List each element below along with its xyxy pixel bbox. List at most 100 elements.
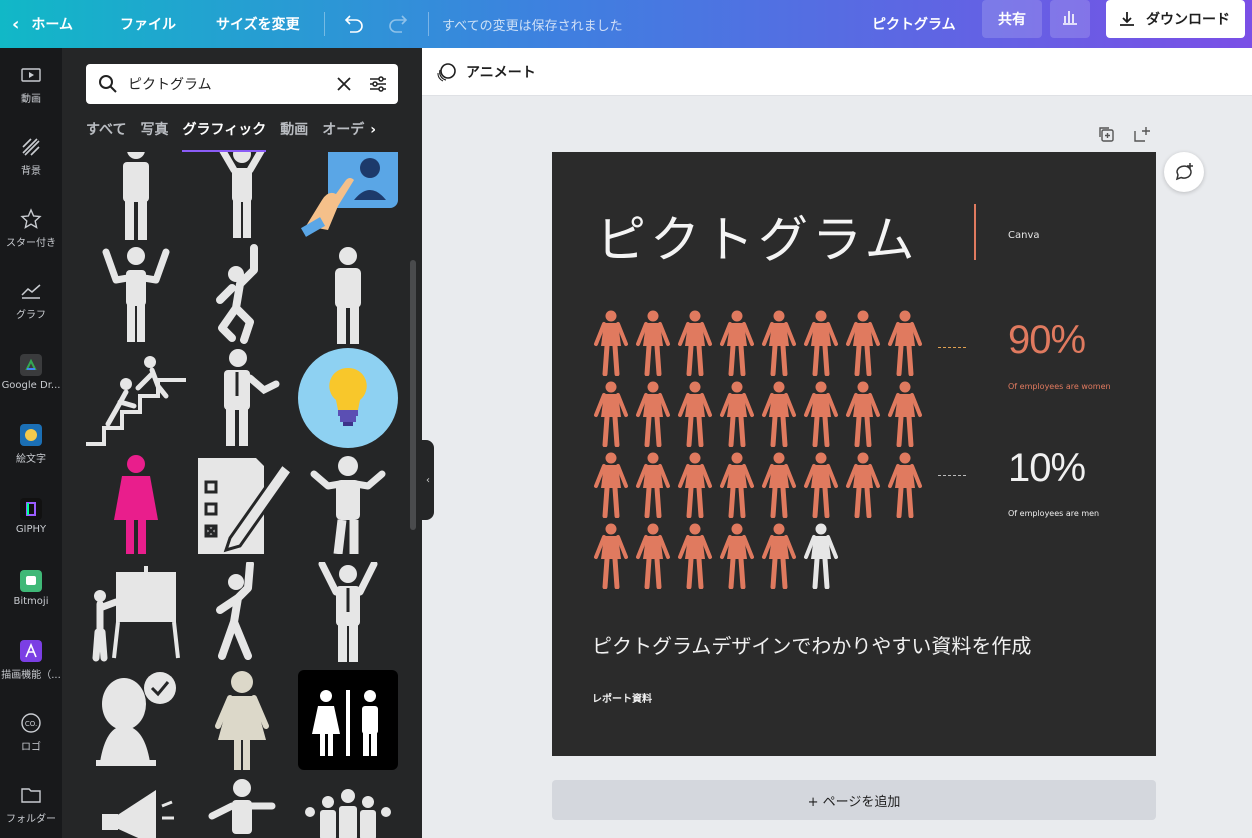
comment-icon xyxy=(1173,161,1195,183)
rail-item-folder[interactable]: フォルダー xyxy=(0,768,62,838)
search-icon xyxy=(98,74,118,98)
woman-pictogram-icon xyxy=(678,381,712,447)
woman-pictogram-icon xyxy=(636,381,670,447)
tab-all[interactable]: すべて xyxy=(86,120,126,152)
graphic-businessman-arms-up-icon[interactable] xyxy=(298,560,398,662)
stat-women-label[interactable]: Of employees are women xyxy=(1008,382,1111,391)
woman-pictogram-icon xyxy=(678,452,712,518)
graphic-walking-person-icon[interactable] xyxy=(192,776,292,838)
animate-button[interactable]: アニメート xyxy=(436,60,536,84)
add-page-button[interactable]: + ページを追加 xyxy=(552,780,1156,820)
graphic-megaphone-icon[interactable] xyxy=(86,776,186,838)
logo-icon: CO. xyxy=(20,712,42,734)
stat-men-value[interactable]: 10% xyxy=(1008,446,1086,491)
rail-item-starred[interactable]: スター付き xyxy=(0,192,62,264)
graphic-woman-dress-icon[interactable] xyxy=(192,670,292,770)
graphic-waving-person-icon[interactable] xyxy=(298,454,398,555)
duplicate-page-icon[interactable] xyxy=(1096,124,1116,144)
background-icon xyxy=(20,136,42,158)
graphic-dancing-woman-icon[interactable] xyxy=(192,560,292,662)
google-drive-icon xyxy=(20,353,42,376)
folder-icon xyxy=(20,784,42,806)
graphic-group-icon[interactable] xyxy=(298,776,398,838)
rail-item-giphy[interactable]: GIPHY xyxy=(0,480,62,552)
rail-item-charts[interactable]: グラフ xyxy=(0,264,62,336)
brand-text[interactable]: Canva xyxy=(1008,230,1040,241)
woman-pictogram-icon xyxy=(678,523,712,589)
graphic-businessman-icon[interactable] xyxy=(192,348,292,448)
woman-pictogram-icon xyxy=(594,452,628,518)
rail-item-bitmoji[interactable]: Bitmoji xyxy=(0,552,62,624)
undo-icon[interactable] xyxy=(342,0,364,48)
woman-pictogram-icon xyxy=(720,452,754,518)
woman-pictogram-icon xyxy=(762,381,796,447)
redo-icon[interactable] xyxy=(388,0,410,48)
add-comment-button[interactable] xyxy=(1164,152,1204,192)
rail-label: ロゴ xyxy=(21,741,41,753)
rail-item-emoji[interactable]: 絵文字 xyxy=(0,408,62,480)
woman-pictogram-icon xyxy=(594,310,628,376)
chevron-left-icon: ‹ xyxy=(12,13,20,35)
design-page[interactable]: ピクトグラム Canva 90% Of employees are women … xyxy=(552,152,1156,756)
file-menu[interactable]: ファイル xyxy=(120,0,176,48)
graphic-pointing-hand-icon[interactable] xyxy=(298,152,398,240)
graphic-approved-person-icon[interactable] xyxy=(86,670,186,770)
search-box[interactable] xyxy=(86,64,398,104)
graphic-whiteboard-presenter-icon[interactable] xyxy=(86,562,186,662)
graphic-cheering-person-icon[interactable] xyxy=(192,152,292,240)
tab-graphics[interactable]: グラフィック xyxy=(182,120,267,152)
people-grid[interactable] xyxy=(592,310,932,600)
man-pictogram-icon xyxy=(804,523,838,589)
graphic-dancing-person-icon[interactable] xyxy=(192,244,292,344)
report-label[interactable]: レポート資料 xyxy=(592,690,652,705)
draw-icon xyxy=(20,639,42,662)
rail-item-logo[interactable]: CO. ロゴ xyxy=(0,696,62,768)
stat-men-label[interactable]: Of employees are men xyxy=(1008,509,1099,518)
rail-label: フォルダー xyxy=(6,813,56,825)
stat-women-value[interactable]: 90% xyxy=(1008,318,1086,363)
graphic-checklist-pen-icon[interactable] xyxy=(192,454,295,554)
design-subtitle[interactable]: ピクトグラムデザインでわかりやすい資料を作成 xyxy=(592,630,1031,659)
left-rail: 動画 背景 スター付き グラフ Google Dr... 絵文字 GIPHY B… xyxy=(0,48,62,838)
animate-icon xyxy=(436,62,458,82)
panel-scrollbar[interactable] xyxy=(410,260,416,530)
woman-pictogram-icon xyxy=(594,381,628,447)
tab-videos[interactable]: 動画 xyxy=(280,120,308,152)
graphic-standing-man-icon[interactable] xyxy=(298,244,398,344)
graphic-standing-person-icon[interactable] xyxy=(86,152,186,240)
bitmoji-icon xyxy=(20,569,42,592)
woman-pictogram-icon xyxy=(846,452,880,518)
graphic-woman-icon[interactable] xyxy=(86,454,186,554)
graphic-restroom-sign-icon[interactable] xyxy=(298,670,398,770)
rail-item-background[interactable]: 背景 xyxy=(0,120,62,192)
tabs-next-icon[interactable]: › xyxy=(370,120,376,152)
add-page-icon[interactable] xyxy=(1132,124,1152,144)
graphic-arms-up-person-icon[interactable] xyxy=(86,244,186,344)
graphic-lightbulb-icon[interactable] xyxy=(298,348,398,448)
editor-toolbar: アニメート xyxy=(422,48,1252,96)
filter-icon[interactable] xyxy=(368,74,388,98)
collapse-panel-button[interactable]: ‹ xyxy=(422,440,434,520)
video-icon xyxy=(20,64,42,86)
resize-button[interactable]: サイズを変更 xyxy=(216,0,300,48)
tab-photos[interactable]: 写真 xyxy=(140,120,168,152)
share-button[interactable]: 共有 xyxy=(982,0,1042,38)
graphic-stairs-help-icon[interactable] xyxy=(86,348,186,448)
rail-item-draw[interactable]: 描画機能（... xyxy=(0,624,62,696)
animate-label: アニメート xyxy=(466,65,536,81)
insights-button[interactable] xyxy=(1050,0,1090,38)
tab-audio[interactable]: オーデ xyxy=(322,120,364,152)
rail-label: Google Dr... xyxy=(1,379,61,391)
home-label: ホーム xyxy=(31,17,74,33)
download-button[interactable]: ダウンロード xyxy=(1106,0,1245,38)
design-title[interactable]: ピクトグラム xyxy=(596,200,919,272)
rail-item-google-drive[interactable]: Google Dr... xyxy=(0,336,62,408)
save-status: すべての変更は保存されました xyxy=(442,18,623,34)
document-title[interactable]: ピクトグラム xyxy=(872,0,956,48)
search-input[interactable] xyxy=(128,64,328,104)
woman-pictogram-icon xyxy=(804,381,838,447)
rail-item-video[interactable]: 動画 xyxy=(0,48,62,120)
home-button[interactable]: ‹ ホーム xyxy=(12,0,73,48)
title-divider xyxy=(974,204,976,260)
clear-icon[interactable] xyxy=(336,76,352,96)
